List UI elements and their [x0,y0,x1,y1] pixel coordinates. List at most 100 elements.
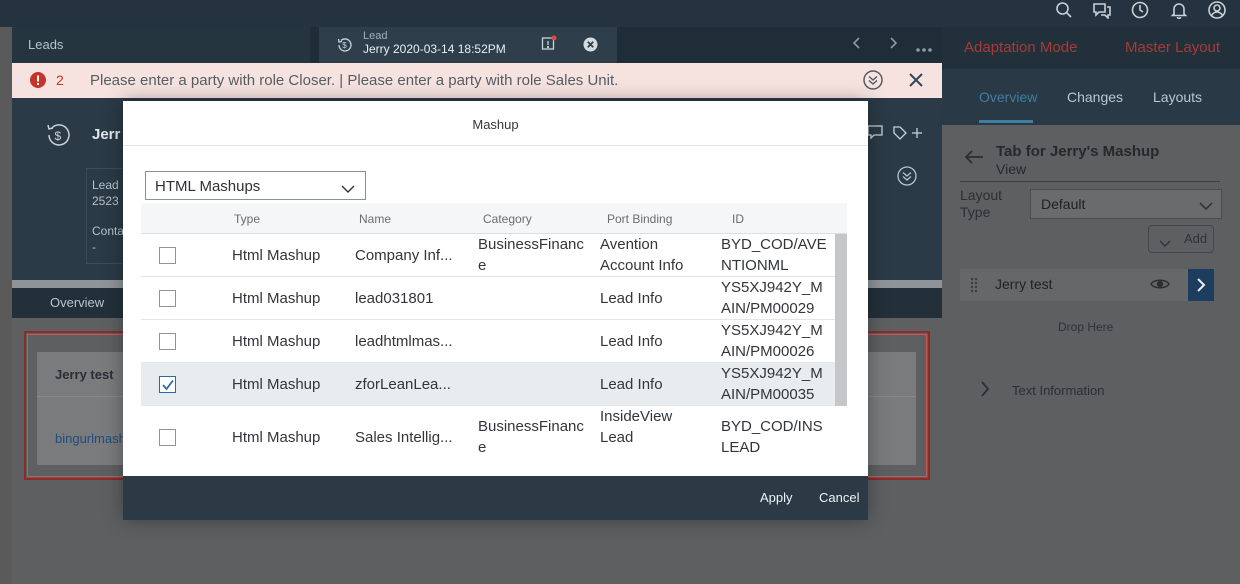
lead-icon: $ [337,37,353,58]
cell-type: Html Mashup [232,333,321,350]
shell-bar [0,0,1240,27]
tab-lead-type: Lead [363,30,388,42]
apply-button[interactable]: Apply [760,490,793,505]
eye-icon[interactable] [1150,277,1170,296]
adaptation-panel: Adaptation Mode Master Layout Overview C… [942,27,1240,584]
mashup-table: Html Mashup Company Inf... BusinessFinan… [141,234,847,452]
col-name[interactable]: Name [359,212,391,226]
add-button[interactable]: Add [1148,225,1214,253]
tab-next-icon[interactable] [888,36,898,53]
expand-messages-icon[interactable] [863,70,883,95]
mashup-dialog: Mashup HTML Mashups Type Name Category P… [123,101,868,520]
tab-layouts[interactable]: Layouts [1153,89,1202,105]
tab-lead-title: Jerry 2020-03-14 18:52PM [363,42,506,56]
contact-label: Conta [92,224,125,238]
cell-name: Sales Intellig... [355,429,453,446]
chevron-down-icon [341,181,355,199]
error-icon [30,72,46,93]
cell-category: BusinessFinance [478,418,584,452]
cell-port-binding: InsideView Lead Information [600,408,675,452]
close-messages-icon[interactable] [908,72,924,93]
lead-id: 2523 [92,194,119,208]
cell-type: Html Mashup [232,247,321,264]
feedback-icon[interactable] [1087,0,1117,20]
dialog-title: Mashup [123,101,868,146]
cell-port-binding: Lead Info [600,376,663,393]
tab-changes[interactable]: Changes [1067,89,1123,105]
cell-name: leadhtmlmas... [355,333,453,350]
col-type[interactable]: Type [234,212,260,226]
bell-icon[interactable] [1164,0,1194,20]
col-id[interactable]: ID [732,212,744,226]
cell-id: BYD_COD/INSLEAD [721,418,823,452]
cancel-button[interactable]: Cancel [819,490,859,505]
close-tab-icon[interactable] [583,37,598,57]
error-message-strip: 2 Please enter a party with role Closer.… [12,63,942,98]
text-information-label[interactable]: Text Information [1012,383,1105,398]
chevron-right-icon[interactable] [980,381,990,402]
cell-type: Html Mashup [232,429,321,446]
history-icon[interactable] [1125,0,1155,20]
table-row[interactable]: Html Mashup leadhtmlmas... Lead Info YS5… [141,320,835,363]
cell-id: YS5XJ942Y_MAIN/PM00029 [721,279,823,317]
lead-object-icon: $ [46,122,72,153]
layout-item-label: Jerry test [995,276,1053,292]
table-row-selected[interactable]: Html Mashup zforLeanLea... Lead Info YS5… [141,363,835,406]
object-title: Jerr [92,126,121,143]
card-link[interactable]: bingurlmash [55,431,126,446]
svg-text:$: $ [55,129,62,143]
tab-overflow-icon[interactable] [915,40,933,56]
header-expand-icon[interactable] [897,166,917,191]
header-actions-icon[interactable] [867,124,927,145]
tab-leads[interactable]: Leads [12,27,310,63]
drag-handle-icon[interactable] [970,277,978,296]
table-row[interactable]: Html Mashup lead031801 Lead Info YS5XJ94… [141,277,835,320]
tab-leads-label: Leads [28,37,64,52]
error-count[interactable]: 2 [56,72,64,88]
cell-category: BusinessFinance [478,236,584,274]
row-checkbox[interactable] [159,333,176,350]
contact-value: - [92,240,96,254]
layout-type-value: Default [1041,196,1086,212]
notification-icon[interactable] [541,35,557,58]
cell-id: BYD_COD/AVENTIONML [721,236,827,274]
tab-lead[interactable]: $ Lead Jerry 2020-03-14 18:52PM [319,27,617,63]
row-checkbox[interactable] [159,290,176,307]
cell-port-binding: Lead Info [600,290,663,307]
mashup-type-select[interactable]: HTML Mashups [145,171,366,200]
tab-overview[interactable]: Overview [50,295,104,310]
lead-label: Lead [92,178,119,192]
back-arrow-icon[interactable] [964,149,984,170]
master-layout-label: Master Layout [1125,39,1221,56]
layout-type-select[interactable]: Default [1030,189,1222,219]
active-tab-underline [979,120,1033,123]
mashup-type-value: HTML Mashups [155,178,261,195]
table-scrollbar[interactable] [835,234,847,406]
cell-type: Html Mashup [232,376,321,393]
cell-name: zforLeanLea... [355,376,451,393]
table-row[interactable]: Html Mashup Company Inf... BusinessFinan… [141,234,835,277]
layout-item[interactable]: Jerry test [960,269,1214,301]
tab-overview-adapt[interactable]: Overview [979,89,1037,105]
tab-bar: Leads $ Lead Jerry 2020-03-14 18:52PM [12,27,942,63]
tab-prev-icon[interactable] [852,36,862,53]
svg-text:$: $ [342,41,347,50]
navigate-button[interactable] [1188,269,1214,301]
col-port-binding[interactable]: Port Binding [607,212,672,226]
user-icon[interactable] [1202,0,1232,20]
row-checkbox[interactable] [159,429,176,446]
add-button-label: Add [1184,231,1208,246]
adaptation-mode-label: Adaptation Mode [964,39,1078,56]
view-title: Tab for Jerry's Mashup [996,143,1160,160]
row-checkbox-checked[interactable] [159,376,176,393]
cell-port-binding: Avention Account Info [600,236,684,274]
row-checkbox[interactable] [159,247,176,264]
col-category[interactable]: Category [483,212,532,226]
drop-here-label: Drop Here [1058,320,1114,334]
divider [960,181,1220,182]
search-icon[interactable] [1049,0,1079,20]
table-header: Type Name Category Port Binding ID [141,203,847,234]
card-title: Jerry test [55,367,114,382]
cell-name: lead031801 [355,290,434,307]
table-row[interactable]: Html Mashup Sales Intellig... BusinessFi… [141,406,835,452]
